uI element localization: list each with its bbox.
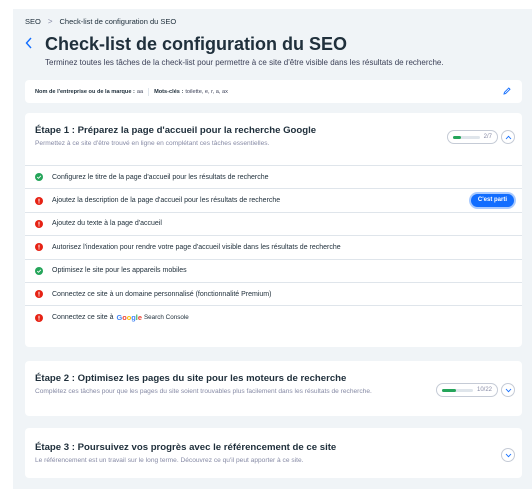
expand-chevron-down-icon[interactable] (501, 383, 515, 397)
progress-bar-fill (453, 135, 461, 139)
search-console-label: Search Console (143, 314, 189, 322)
step-2-card[interactable]: Étape 2 : Optimisez les pages du site po… (25, 361, 522, 416)
keywords-label: Mots-clés : (154, 88, 184, 95)
task-label: Connectez ce site à (52, 314, 114, 322)
task-label: Autorisez l'indexation pour rendre votre… (52, 243, 341, 251)
alert-circle-icon (35, 243, 43, 252)
task-label: Ajoutez la description de la page d'accu… (52, 197, 281, 205)
alert-circle-icon (35, 313, 43, 322)
step-3-description: Le référencement est un travail sur le l… (35, 457, 304, 464)
progress-bar (442, 388, 473, 392)
pencil-icon[interactable] (502, 86, 512, 96)
task-custom-domain[interactable]: Connectez ce site à un domaine personnal… (25, 281, 522, 305)
progress-text: 10/22 (476, 387, 492, 393)
step-3-title: Étape 3 : Poursuivez vos progrès avec le… (35, 442, 337, 453)
step-3-header[interactable]: Étape 3 : Poursuivez vos progrès avec le… (25, 428, 522, 480)
task-home-text[interactable]: Ajoutez du texte à la page d'accueil (25, 211, 522, 235)
step-1-card: Étape 1 : Préparez la page d'accueil pou… (25, 113, 522, 347)
back-arrow-icon[interactable] (25, 37, 35, 51)
task-label: Ajoutez du texte à la page d'accueil (52, 220, 162, 228)
seo-checklist-page: SEO > Check-list de configuration du SEO… (13, 9, 532, 489)
business-info-bar: Nom de l'entreprise ou de la marque : aa… (25, 80, 522, 103)
breadcrumb: SEO > Check-list de configuration du SEO (25, 17, 176, 26)
page-title: Check-list de configuration du SEO (45, 34, 348, 54)
divider (148, 87, 150, 96)
progress-bar (453, 135, 480, 139)
alert-circle-icon (35, 196, 43, 205)
task-mobile-optimization[interactable]: Optimisez le site pour les appareils mob… (25, 258, 522, 282)
alert-circle-icon (35, 219, 43, 228)
step-1-description: Permettez à ce site d'être trouvé en lig… (35, 140, 270, 147)
page-subtitle: Terminez toutes les tâches de la check-l… (45, 58, 444, 67)
step-3-card[interactable]: Étape 3 : Poursuivez vos progrès avec le… (25, 428, 522, 478)
breadcrumb-root[interactable]: SEO (25, 17, 41, 26)
breadcrumb-separator-icon: > (47, 17, 53, 26)
step-2-description: Complétez ces tâches pour que les pages … (35, 388, 372, 395)
step-2-header[interactable]: Étape 2 : Optimisez les pages du site po… (25, 361, 522, 413)
alert-circle-icon (35, 290, 43, 299)
step-1-title: Étape 1 : Préparez la page d'accueil pou… (35, 125, 317, 136)
business-name-value: aa (136, 88, 144, 95)
google-logo: Google (116, 313, 142, 323)
task-allow-indexing[interactable]: Autorisez l'indexation pour rendre votre… (25, 235, 522, 258)
check-circle-icon (35, 266, 43, 275)
task-search-console[interactable]: Connectez ce site à Google Search Consol… (25, 305, 522, 328)
task-label: Optimisez le site pour les appareils mob… (52, 267, 187, 275)
progress-text: 2/7 (483, 134, 492, 140)
step-2-progress: 10/22 (436, 383, 498, 397)
keywords-value: toilette, e, r, a, ax (185, 88, 228, 95)
breadcrumb-current: Check-list de configuration du SEO (59, 17, 177, 26)
task-label: Connectez ce site à un domaine personnal… (52, 290, 272, 298)
progress-bar-fill (442, 388, 457, 392)
check-circle-icon (35, 173, 43, 182)
expand-chevron-down-icon[interactable] (501, 448, 515, 462)
step-1-header[interactable]: Étape 1 : Préparez la page d'accueil pou… (25, 113, 522, 165)
task-home-description[interactable]: Ajoutez la description de la page d'accu… (25, 188, 522, 211)
business-name-label: Nom de l'entreprise ou de la marque : (35, 88, 135, 95)
task-label: Configurez le titre de la page d'accueil… (52, 173, 269, 181)
collapse-chevron-up-icon[interactable] (501, 130, 515, 144)
start-task-button[interactable]: C'est parti (470, 194, 514, 208)
step-1-progress: 2/7 (447, 130, 498, 144)
task-home-title[interactable]: Configurez le titre de la page d'accueil… (25, 165, 522, 188)
